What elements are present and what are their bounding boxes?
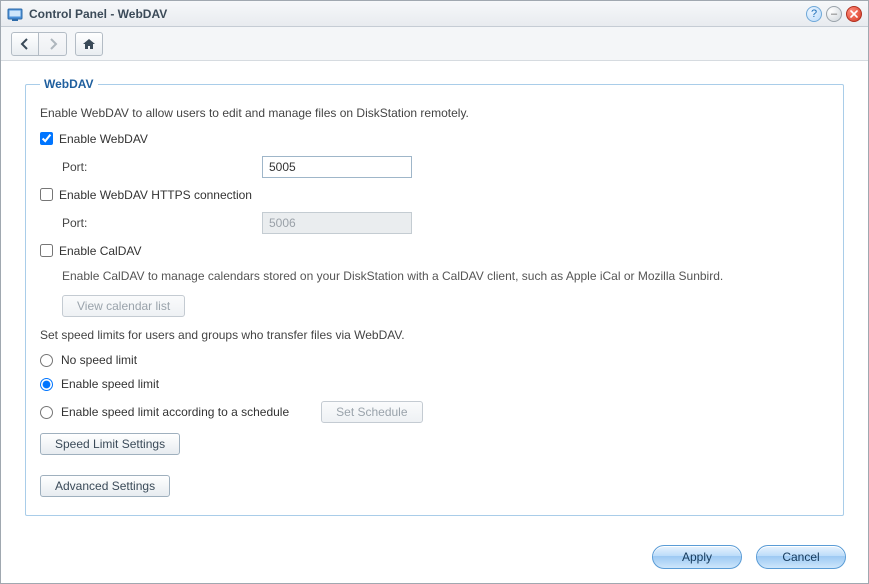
enable-caldav-checkbox[interactable]: Enable CalDAV — [40, 244, 142, 258]
webdav-section: WebDAV Enable WebDAV to allow users to e… — [25, 77, 844, 516]
port-label: Port: — [62, 160, 262, 174]
enable-https-label: Enable WebDAV HTTPS connection — [59, 188, 252, 202]
footer: Apply Cancel — [1, 535, 868, 583]
close-button[interactable] — [846, 6, 862, 22]
toolbar — [1, 27, 868, 61]
radio-schedule-speed-limit-label: Enable speed limit according to a schedu… — [61, 405, 289, 419]
control-panel-icon — [7, 6, 23, 22]
advanced-settings-button[interactable]: Advanced Settings — [40, 475, 170, 497]
https-port-input — [262, 212, 412, 234]
set-schedule-button: Set Schedule — [321, 401, 422, 423]
port-input[interactable] — [262, 156, 412, 178]
back-button[interactable] — [11, 32, 39, 56]
forward-button[interactable] — [39, 32, 67, 56]
https-port-label: Port: — [62, 216, 262, 230]
content-area: WebDAV Enable WebDAV to allow users to e… — [1, 61, 868, 535]
speed-intro: Set speed limits for users and groups wh… — [40, 327, 829, 344]
enable-caldav-input[interactable] — [40, 244, 53, 257]
help-button[interactable]: ? — [806, 6, 822, 22]
radio-schedule-speed-limit[interactable] — [40, 406, 53, 419]
speed-limit-settings-button[interactable]: Speed Limit Settings — [40, 433, 180, 455]
view-calendar-list-button: View calendar list — [62, 295, 185, 317]
enable-caldav-label: Enable CalDAV — [59, 244, 142, 258]
titlebar: Control Panel - WebDAV ? – — [1, 1, 868, 27]
window-title: Control Panel - WebDAV — [29, 7, 806, 21]
enable-webdav-checkbox[interactable]: Enable WebDAV — [40, 132, 148, 146]
minimize-button[interactable]: – — [826, 6, 842, 22]
section-intro: Enable WebDAV to allow users to edit and… — [40, 105, 829, 122]
radio-no-speed-limit-label: No speed limit — [61, 353, 137, 367]
apply-button[interactable]: Apply — [652, 545, 742, 569]
radio-no-speed-limit[interactable] — [40, 354, 53, 367]
enable-https-checkbox[interactable]: Enable WebDAV HTTPS connection — [40, 188, 252, 202]
enable-https-input[interactable] — [40, 188, 53, 201]
enable-webdav-input[interactable] — [40, 132, 53, 145]
enable-webdav-label: Enable WebDAV — [59, 132, 148, 146]
caldav-description: Enable CalDAV to manage calendars stored… — [40, 268, 829, 285]
radio-enable-speed-limit-label: Enable speed limit — [61, 377, 159, 391]
home-button[interactable] — [75, 32, 103, 56]
section-legend: WebDAV — [40, 77, 98, 91]
window: Control Panel - WebDAV ? – WebDAV Enable… — [0, 0, 869, 584]
radio-enable-speed-limit[interactable] — [40, 378, 53, 391]
cancel-button[interactable]: Cancel — [756, 545, 846, 569]
